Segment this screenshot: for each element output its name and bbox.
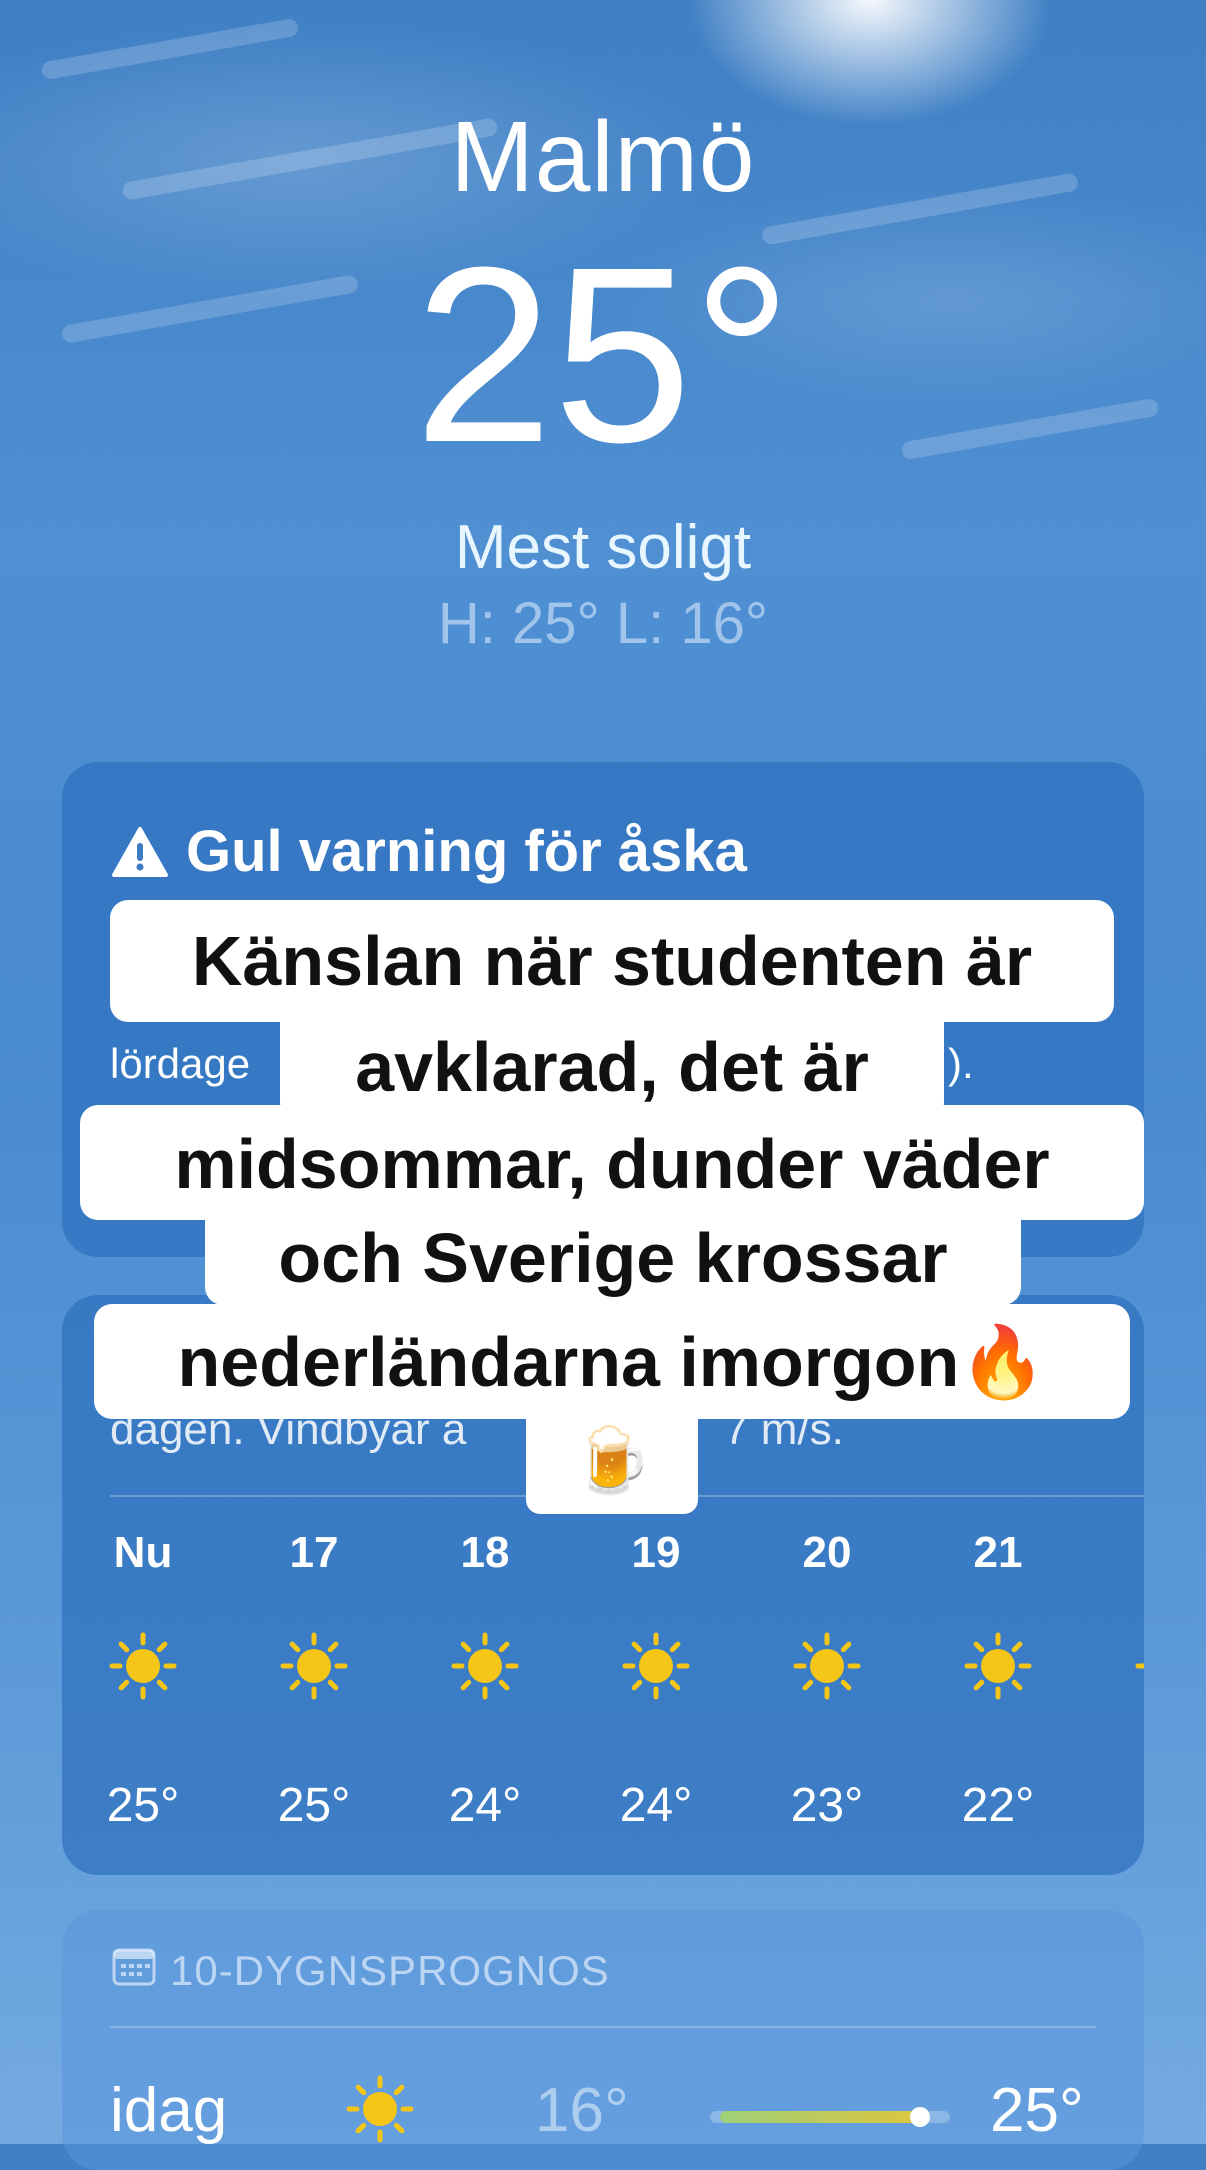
hour-temp: 24° <box>619 1779 693 1832</box>
caption-line-3: midsommar, dunder väder <box>80 1105 1144 1220</box>
hour-temp: 23° <box>790 1779 864 1832</box>
hour-item: 18 24° <box>420 1528 550 1832</box>
hour-time: 17 <box>289 1528 339 1577</box>
city-name: Malmö <box>450 101 756 213</box>
caption-line-6: 🍺 <box>526 1410 698 1514</box>
hour-temp: 25° <box>277 1779 351 1832</box>
sun-icon <box>447 1628 523 1709</box>
hour-temp: S <box>1104 1778 1144 1833</box>
temperature-range-bar <box>710 2107 950 2127</box>
sun-icon <box>789 1628 865 1709</box>
high-low-text: H: 25° L: 16° <box>437 591 769 656</box>
hour-time: 20 <box>802 1528 852 1577</box>
hour-item: 2 S <box>1104 1528 1144 1669</box>
caption-line-4: och Sverige krossar <box>205 1215 1021 1305</box>
hour-time: Nu <box>113 1528 173 1577</box>
condition-text: Mest soligt <box>454 513 752 582</box>
hour-item: Nu 25° <box>78 1528 208 1832</box>
sun-icon <box>960 1628 1036 1709</box>
warning-icon <box>112 826 168 877</box>
calendar-icon <box>112 1946 156 1996</box>
hour-item: 21 22° <box>933 1528 1063 1832</box>
current-temperature: 25° <box>413 215 793 494</box>
ten-day-forecast-card[interactable]: 10-DYGNSPROGNOS idag 16° 25° <box>62 1910 1144 2170</box>
sun-icon <box>1131 1628 1144 1709</box>
current-temp-dot <box>910 2107 930 2127</box>
sun-icon <box>618 1628 694 1709</box>
high-temp: 25° <box>990 2076 1084 2145</box>
divider <box>110 2026 1096 2028</box>
sun-icon <box>276 1628 352 1709</box>
alert-text-right: ). <box>948 1040 974 1087</box>
alert-title-text: Gul varning för åska <box>186 819 747 884</box>
hour-time: 18 <box>460 1528 510 1577</box>
day-label: idag <box>110 2076 228 2145</box>
alert-title: Gul varning för åska <box>112 818 747 885</box>
hour-temp: 22° <box>961 1779 1035 1832</box>
sun-icon <box>105 1628 181 1709</box>
sun-icon <box>342 2071 418 2152</box>
hour-time: 21 <box>973 1528 1023 1577</box>
hour-time: 2 <box>1104 1528 1144 1578</box>
ten-day-title: 10-DYGNSPROGNOS <box>112 1946 610 1996</box>
hour-temp: 24° <box>448 1779 522 1832</box>
hour-item: 20 23° <box>762 1528 892 1832</box>
low-temp: 16° <box>535 2076 629 2145</box>
ten-day-row[interactable]: idag 16° 25° <box>110 2075 1110 2165</box>
hour-time: 19 <box>631 1528 681 1577</box>
range-fill <box>720 2111 926 2123</box>
caption-line-1: Känslan när studenten är <box>110 900 1114 1022</box>
alert-text-left: lördage <box>110 1040 251 1087</box>
hour-item: 19 24° <box>591 1528 721 1832</box>
hour-temp: 25° <box>106 1779 180 1832</box>
caption-line-5: nederländarna imorgon🔥 <box>94 1304 1130 1419</box>
ten-day-title-text: 10-DYGNSPROGNOS <box>170 1947 610 1994</box>
hour-item: 17 25° <box>249 1528 379 1832</box>
